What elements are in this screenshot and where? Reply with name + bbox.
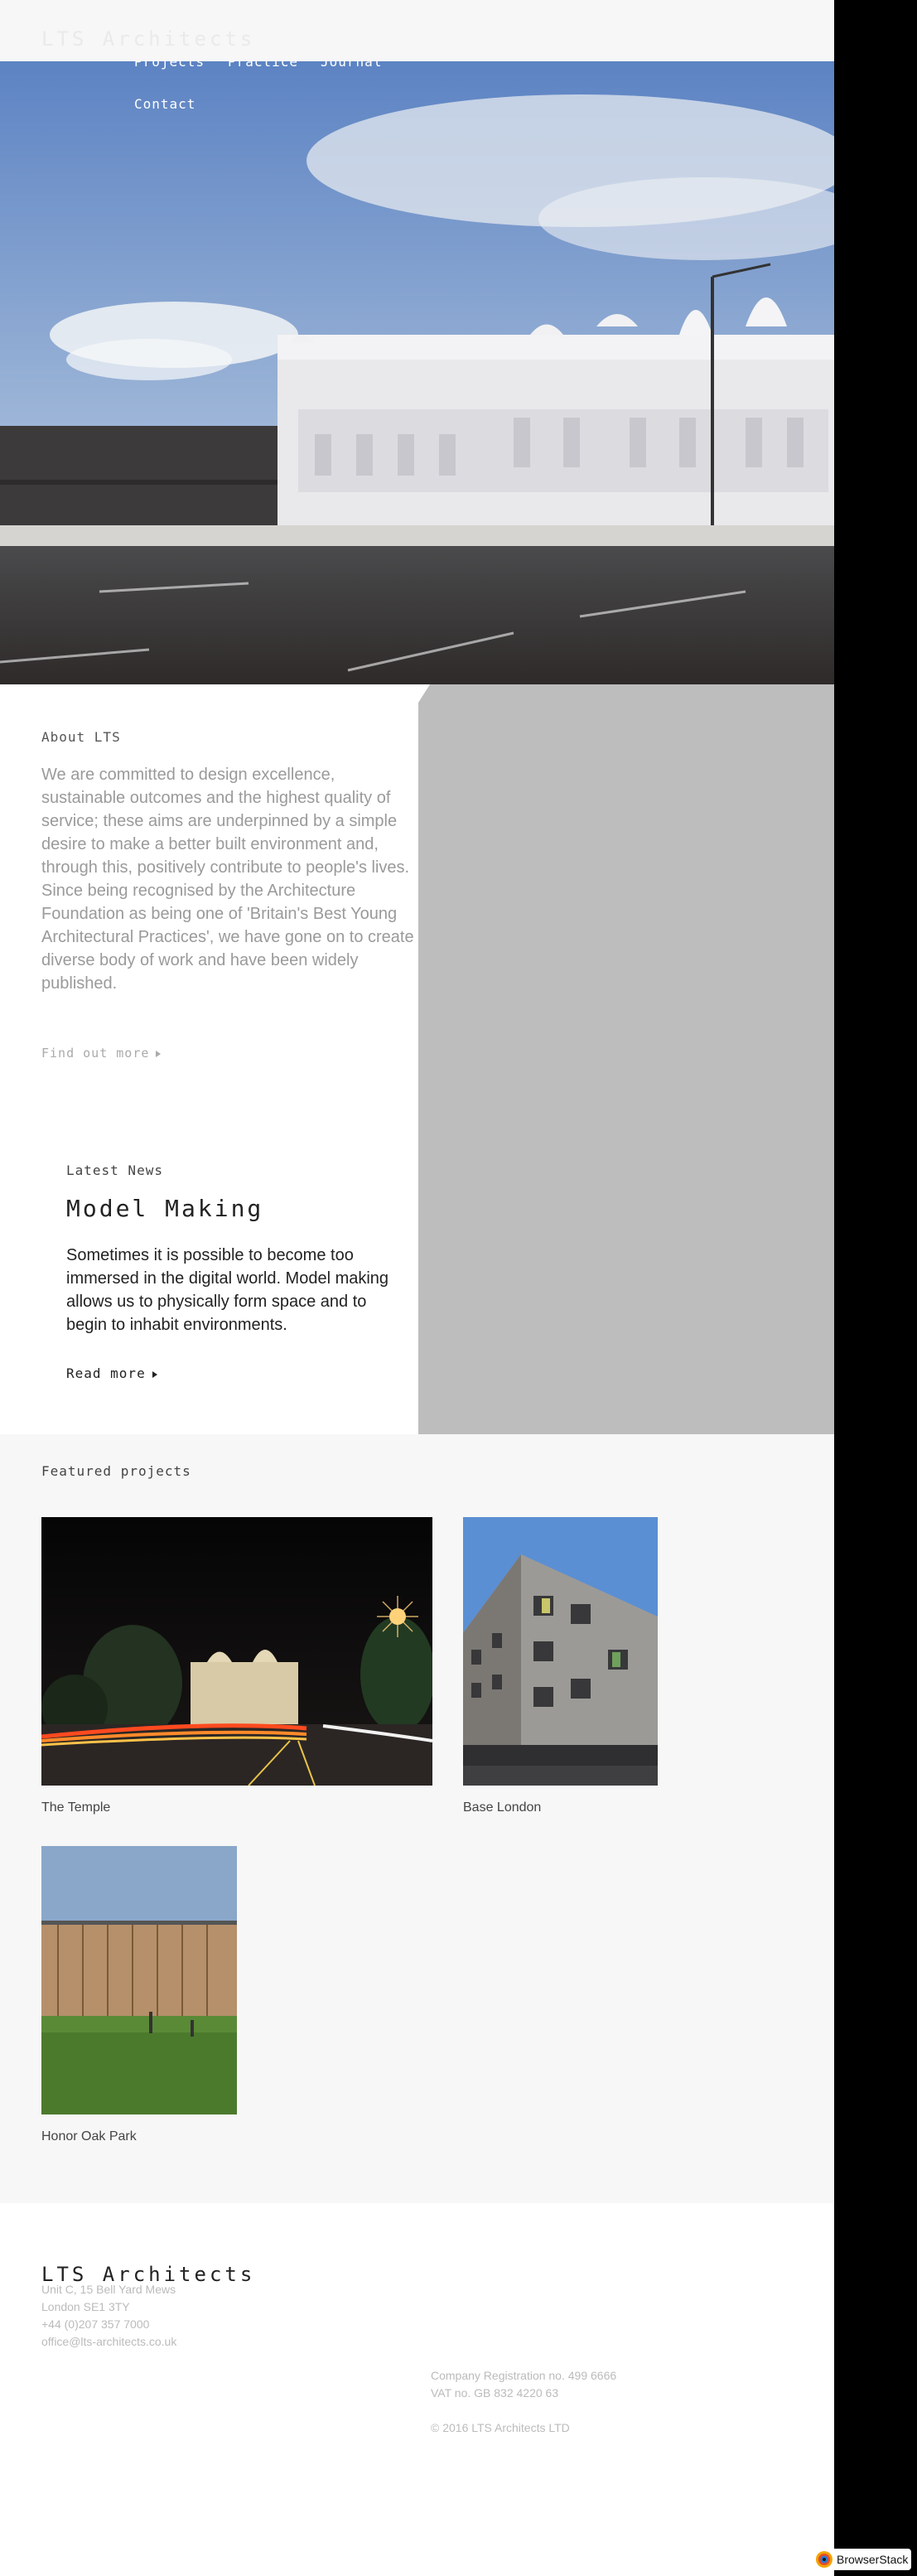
- project-card-honor-oak-park[interactable]: Honor Oak Park: [41, 1846, 237, 2153]
- featured-title: Featured projects: [41, 1463, 191, 1479]
- nav-contact[interactable]: Contact: [134, 96, 195, 112]
- project-thumbnail[interactable]: [41, 1517, 432, 1786]
- project-thumbnail[interactable]: [463, 1517, 658, 1786]
- about-section: About LTS We are committed to design exc…: [0, 684, 418, 1434]
- footer-address-line2: London SE1 3TY: [41, 2300, 130, 2313]
- nav-projects[interactable]: Projects: [134, 61, 205, 70]
- photo-honor-oak-park: [41, 1846, 237, 2114]
- arrow-right-icon: [152, 1370, 157, 1378]
- read-more-label: Read more: [66, 1365, 146, 1381]
- footer-phone[interactable]: +44 (0)207 357 7000: [41, 2317, 149, 2331]
- footer-address-line1: Unit C, 15 Bell Yard Mews: [41, 2283, 176, 2296]
- site-logo[interactable]: LTS Architects: [41, 27, 255, 51]
- news-excerpt: Sometimes it is possible to become too i…: [66, 1246, 389, 1334]
- site-footer: LTS Architects Unit C, 15 Bell Yard Mews…: [0, 2203, 834, 2576]
- arrow-right-icon: [156, 1050, 162, 1057]
- find-out-more-label: Find out more: [41, 1046, 150, 1061]
- browserstack-badge[interactable]: BrowserStack: [812, 2549, 911, 2570]
- main-nav: Projects Practice Journal Contact: [0, 61, 834, 186]
- about-description: We are committed to design excellence, s…: [41, 766, 414, 993]
- site-header: LTS Architects: [0, 0, 834, 61]
- project-thumbnail[interactable]: [41, 1846, 237, 2114]
- find-out-more-link[interactable]: Find out more: [41, 1046, 162, 1061]
- hero-image: Projects Practice Journal Contact: [0, 61, 834, 684]
- corner-notch: [418, 684, 430, 703]
- website: LTS Architects Projects Practice Journal…: [0, 0, 834, 2576]
- company-registration: Company Registration no. 499 6666: [431, 2369, 617, 2382]
- photo-temple-night: [41, 1517, 432, 1786]
- project-name[interactable]: The Temple: [41, 1800, 110, 1815]
- news-image-placeholder: [418, 684, 834, 1434]
- project-card-the-temple[interactable]: The Temple: [41, 1517, 432, 1824]
- read-more-link[interactable]: Read more: [66, 1365, 157, 1381]
- project-name[interactable]: Honor Oak Park: [41, 2129, 137, 2144]
- nav-journal[interactable]: Journal: [321, 61, 382, 70]
- photo-base-london: [463, 1517, 658, 1786]
- vat-number: VAT no. GB 832 4220 63: [431, 2386, 559, 2400]
- project-name[interactable]: Base London: [463, 1800, 541, 1815]
- footer-email[interactable]: office@lts-architects.co.uk: [41, 2335, 176, 2348]
- news-title[interactable]: Model Making: [66, 1195, 263, 1222]
- about-title: About LTS: [41, 729, 121, 745]
- copyright: © 2016 LTS Architects LTD: [431, 2421, 570, 2434]
- latest-news-label: Latest News: [66, 1162, 163, 1178]
- featured-projects-section: Featured projects The Temple Base London…: [0, 1434, 834, 2203]
- browserstack-logo-icon: [816, 2551, 833, 2568]
- project-card-base-london[interactable]: Base London: [463, 1517, 658, 1824]
- nav-practice[interactable]: Practice: [228, 61, 298, 70]
- browserstack-label: BrowserStack: [837, 2553, 909, 2566]
